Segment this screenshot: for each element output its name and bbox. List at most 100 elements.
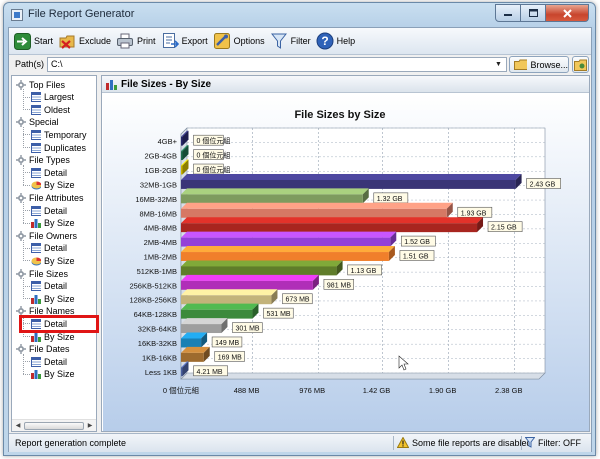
tree-item-file-types-detail[interactable]: Detail (31, 166, 67, 179)
warning-icon (397, 437, 409, 448)
tree-item-file-sizes-detail[interactable]: Detail (31, 280, 67, 293)
bar-top (181, 173, 522, 180)
tree-item-file-attributes-by-size[interactable]: By Size (31, 217, 75, 230)
minimize-button[interactable] (495, 4, 521, 22)
tree-item-file-attributes-detail[interactable]: Detail (31, 204, 67, 217)
data-label: 2.15 GB (491, 225, 517, 232)
folder-gear-icon (574, 59, 587, 71)
disabled-reports-notice[interactable]: Some file reports are disabled (397, 437, 532, 448)
filter-status[interactable]: Filter: OFF (525, 437, 581, 448)
path-combobox[interactable]: C:\ ▼ (47, 57, 507, 72)
path-label: Path(s) (15, 59, 45, 69)
print-button[interactable]: Print (116, 32, 156, 50)
filter-icon (270, 32, 288, 50)
filter-button[interactable]: Filter (270, 32, 311, 50)
bar-top (181, 246, 395, 253)
scan-folder-button[interactable] (572, 56, 589, 73)
table-icon (31, 356, 41, 367)
category-gear-icon (16, 155, 26, 166)
help-button[interactable]: ? Help (316, 32, 355, 50)
bar (181, 352, 204, 362)
bar-top (181, 289, 278, 296)
category-gear-icon (16, 192, 26, 203)
scroll-left-icon[interactable]: ◀ (14, 422, 22, 430)
chart-area: File Sizes by Size 4GB+ 0 個位元組 2GB-4GB 0 個位元… (103, 94, 589, 431)
report-header: File Sizes - By Size (102, 76, 589, 93)
bar (181, 179, 516, 189)
start-arrow-icon (13, 32, 31, 50)
tree-item-file-owners-by-size[interactable]: By Size (31, 254, 75, 267)
tree-item-label: By Size (44, 255, 75, 266)
data-label: 301 MB (235, 326, 259, 333)
category-label: 4GB+ (158, 137, 178, 146)
window-title: File Report Generator (28, 8, 135, 20)
tree-item-file-dates-by-size[interactable]: By Size (31, 368, 75, 381)
table-icon (31, 92, 41, 103)
bar (181, 136, 183, 146)
bar (181, 367, 183, 377)
data-label: 531 MB (266, 311, 290, 318)
tree-group-file-attributes[interactable]: File Attributes (16, 191, 84, 204)
table-icon (31, 281, 41, 292)
chevron-down-icon[interactable]: ▼ (493, 59, 504, 70)
tree-group-file-types[interactable]: File Types (16, 154, 70, 167)
category-label: 16MB-32MB (135, 195, 177, 204)
path-bar: Path(s) C:\ ▼ Browse... (9, 56, 591, 74)
path-value: C:\ (51, 59, 63, 69)
tree-group-file-dates[interactable]: File Dates (16, 343, 70, 356)
tree-item-file-dates-detail[interactable]: Detail (31, 355, 67, 368)
title-bar[interactable]: File Report Generator (4, 3, 595, 27)
window-controls (495, 4, 589, 22)
tree-horizontal-scrollbar[interactable]: ◀ ▶ (12, 419, 96, 431)
close-button[interactable] (546, 4, 589, 22)
bar (181, 309, 253, 319)
tree-group-label: File Attributes (29, 192, 84, 203)
chart-title: File Sizes by Size (294, 109, 385, 121)
tree-group-file-owners[interactable]: File Owners (16, 229, 77, 242)
tree-item-label: By Size (44, 369, 75, 380)
exclude-button[interactable]: Exclude (58, 32, 111, 50)
category-label: 8MB-16MB (139, 209, 177, 218)
table-icon (31, 243, 41, 254)
category-label: 32MB-1GB (140, 180, 177, 189)
category-label: 4MB-8MB (144, 224, 177, 233)
x-tick-label: 1.42 GB (363, 386, 391, 395)
tree-item-top-files-oldest[interactable]: Oldest (31, 103, 70, 116)
report-tree[interactable]: Top Files Largest Oldest Special Temporary Du… (11, 75, 97, 432)
tree-item-label: Detail (44, 205, 68, 216)
filter-status-text: Filter: OFF (538, 437, 581, 448)
tree-item-file-types-by-size[interactable]: By Size (31, 179, 75, 192)
folder-icon (514, 59, 528, 70)
options-button[interactable]: Options (213, 32, 265, 50)
tree-group-label: File Types (29, 155, 70, 166)
tree-group-label: Top Files (29, 79, 66, 90)
data-label: 673 MB (285, 297, 309, 304)
maximize-button[interactable] (521, 4, 546, 22)
bar (181, 252, 389, 261)
export-icon (161, 32, 179, 50)
tree-item-file-sizes-by-size[interactable]: By Size (31, 292, 75, 305)
tree-item-top-files-largest[interactable]: Largest (31, 91, 74, 104)
export-button[interactable]: Export (161, 32, 208, 50)
category-label: 16KB-32KB (138, 339, 177, 348)
bar (181, 237, 391, 247)
data-label: 1.51 GB (403, 254, 429, 261)
exclude-label: Exclude (79, 36, 112, 46)
bar (181, 208, 447, 218)
table-icon (31, 205, 41, 216)
browse-button[interactable]: Browse... (509, 56, 569, 73)
warning-text: Some file reports are disabled (412, 437, 532, 448)
category-label: 32KB-64KB (138, 325, 177, 334)
category-gear-icon (16, 117, 26, 128)
scroll-thumb[interactable] (24, 422, 84, 430)
tree-item-special-duplicates[interactable]: Duplicates (31, 141, 86, 154)
start-button[interactable]: Start (13, 32, 53, 50)
tree-item-special-temporary[interactable]: Temporary (31, 128, 87, 141)
x-tick-label: 1.90 GB (429, 386, 457, 395)
print-label: Print (137, 36, 156, 46)
category-gear-icon (16, 268, 26, 279)
tree-item-file-owners-detail[interactable]: Detail (31, 242, 67, 255)
scroll-right-icon[interactable]: ▶ (86, 422, 94, 430)
category-label: 512KB-1MB (137, 267, 177, 276)
bar (181, 223, 478, 233)
